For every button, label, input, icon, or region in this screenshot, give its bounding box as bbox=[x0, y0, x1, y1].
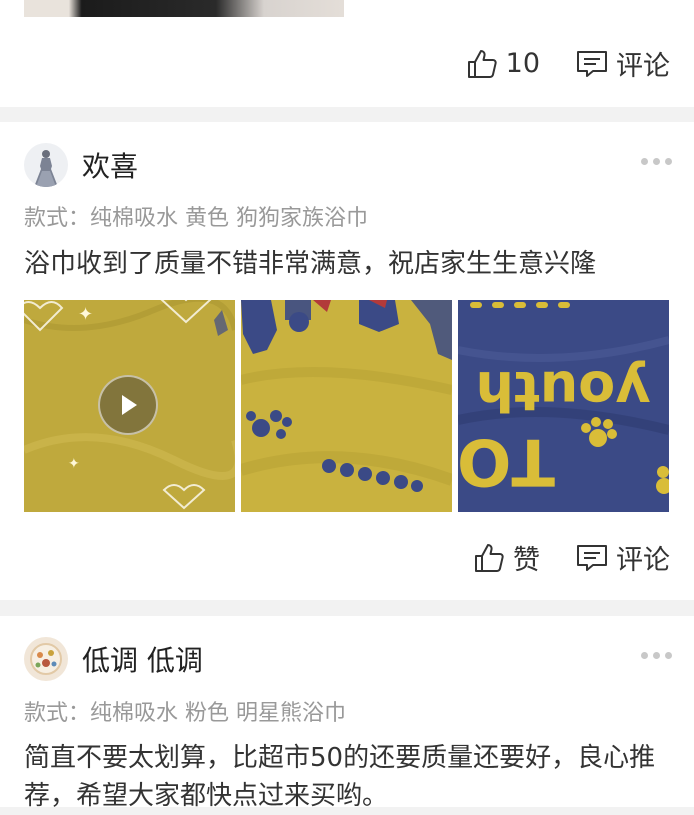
review-actions: 10 评论 bbox=[466, 44, 670, 83]
review-card: 低调 低调 款式：纯棉吸水 粉色 明星熊浴巾 简直不要太划算，比超市50的还要质… bbox=[0, 616, 694, 811]
thumbs-up-icon bbox=[467, 49, 497, 78]
review-video-thumbnail[interactable]: ✦ ✦ bbox=[24, 300, 235, 512]
review-photo[interactable]: youth TO bbox=[458, 300, 669, 512]
username[interactable]: 欢喜 bbox=[82, 145, 138, 185]
play-icon[interactable] bbox=[98, 375, 158, 435]
review-photos: ✦ ✦ youth TO bbox=[24, 300, 669, 512]
username[interactable]: 低调 低调 bbox=[82, 639, 203, 679]
more-options-icon[interactable] bbox=[641, 652, 672, 659]
comment-label: 评论 bbox=[616, 51, 670, 82]
svg-text:✦: ✦ bbox=[68, 456, 80, 472]
photo-text-to: TO bbox=[458, 424, 555, 498]
product-spec: 款式：纯棉吸水 黄色 狗狗家族浴巾 bbox=[24, 206, 368, 231]
review-photo[interactable] bbox=[241, 300, 452, 512]
like-count: 10 bbox=[505, 48, 540, 79]
review-actions: 赞 评论 bbox=[473, 538, 670, 577]
review-user: 欢喜 bbox=[24, 142, 138, 188]
avatar[interactable] bbox=[24, 637, 68, 681]
photo-text-youth: youth bbox=[476, 359, 651, 422]
review-photo-previous[interactable] bbox=[24, 0, 344, 17]
product-spec: 款式：纯棉吸水 粉色 明星熊浴巾 bbox=[24, 701, 346, 726]
review-card: 欢喜 款式：纯棉吸水 黄色 狗狗家族浴巾 浴巾收到了质量不错非常满意，祝店家生生… bbox=[0, 122, 694, 600]
comment-label: 评论 bbox=[616, 545, 670, 576]
avatar[interactable] bbox=[24, 143, 68, 187]
svg-text:✦: ✦ bbox=[78, 304, 93, 325]
review-card-previous: 10 评论 bbox=[0, 0, 694, 107]
thumbs-up-icon bbox=[475, 543, 504, 572]
comment-button[interactable]: 评论 bbox=[576, 538, 670, 577]
like-label: 赞 bbox=[513, 545, 540, 576]
review-text: 浴巾收到了质量不错非常满意，祝店家生生意兴隆 bbox=[24, 249, 597, 279]
review-user: 低调 低调 bbox=[24, 636, 203, 682]
comment-button[interactable]: 评论 bbox=[576, 44, 670, 83]
like-button[interactable]: 赞 bbox=[473, 538, 540, 577]
review-text: 简直不要太划算，比超市50的还要质量还要好，良心推荐，希望大家都快点过来买哟。 bbox=[24, 743, 656, 811]
comment-icon bbox=[577, 544, 607, 571]
more-options-icon[interactable] bbox=[641, 158, 672, 165]
like-button[interactable]: 10 bbox=[466, 48, 540, 80]
comment-icon bbox=[577, 50, 607, 77]
